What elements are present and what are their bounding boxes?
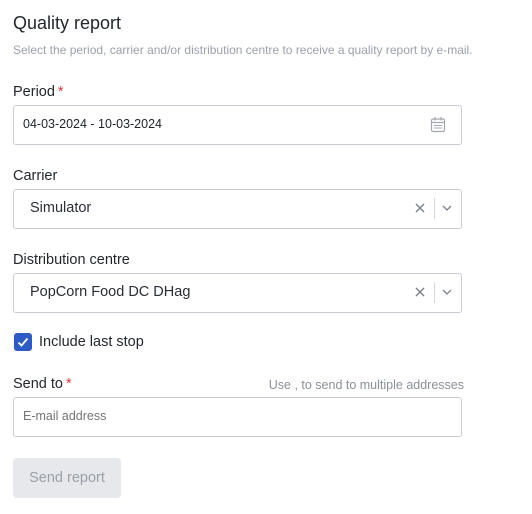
- quality-report-form: Quality report Select the period, carrie…: [0, 0, 532, 514]
- send-to-label: Send to *: [13, 376, 72, 392]
- carrier-value: Simulator: [30, 200, 92, 216]
- page-title: Quality report: [13, 13, 122, 33]
- period-label: Period *: [13, 84, 64, 100]
- required-mark: *: [57, 84, 64, 100]
- clear-icon[interactable]: [414, 285, 426, 299]
- send-to-hint: Use , to send to multiple addresses: [268, 378, 464, 392]
- distribution-centre-value: PopCorn Food DC DHag: [30, 284, 191, 300]
- select-separator: [434, 282, 435, 303]
- period-date-range-field[interactable]: 04-03-2024 - 10-03-2024: [13, 105, 462, 145]
- chevron-down-icon[interactable]: [441, 201, 453, 215]
- clear-icon[interactable]: [414, 201, 426, 215]
- distribution-centre-label: Distribution centre: [13, 252, 130, 268]
- chevron-down-icon[interactable]: [441, 285, 453, 299]
- send-report-button[interactable]: Send report: [13, 458, 121, 498]
- required-mark: *: [66, 376, 72, 392]
- send-to-label-text: Send to: [13, 376, 63, 392]
- email-input[interactable]: [23, 409, 443, 423]
- calendar-icon[interactable]: [430, 116, 446, 133]
- page-subtitle: Select the period, carrier and/or distri…: [13, 43, 473, 57]
- include-last-stop-label[interactable]: Include last stop: [39, 334, 144, 350]
- distribution-centre-select[interactable]: PopCorn Food DC DHag: [13, 273, 462, 313]
- include-last-stop-checkbox[interactable]: [14, 333, 32, 351]
- carrier-label: Carrier: [13, 168, 58, 184]
- period-value: 04-03-2024 - 10-03-2024: [23, 117, 162, 131]
- email-field[interactable]: [13, 397, 462, 437]
- checkmark-icon: [17, 337, 29, 347]
- carrier-select[interactable]: Simulator: [13, 189, 462, 229]
- period-label-text: Period: [13, 84, 55, 100]
- select-separator: [434, 198, 435, 219]
